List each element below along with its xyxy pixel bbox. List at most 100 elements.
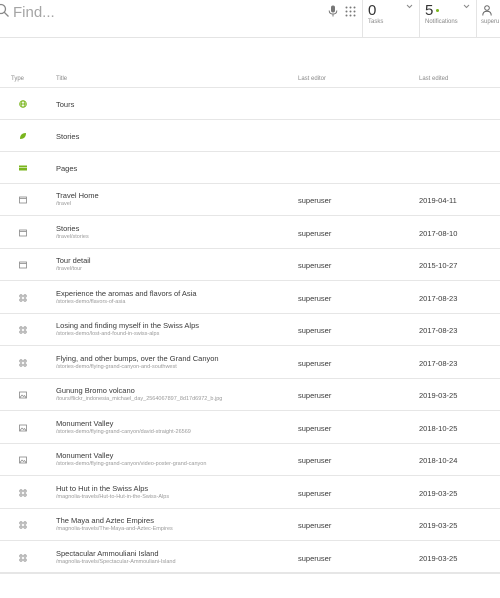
column-header-type[interactable]: Type xyxy=(11,76,24,82)
row-last-editor: superuser xyxy=(298,228,332,238)
table-row[interactable]: Travel Home/travel superuser 2019-04-11 xyxy=(0,184,500,216)
row-last-edited: 2019-04-11 xyxy=(419,196,457,205)
table-row[interactable]: The Maya and Aztec Empires/magnolia-trav… xyxy=(0,509,500,541)
row-title: Monument Valley xyxy=(56,418,114,428)
app-row-tours[interactable]: Tours xyxy=(0,88,500,120)
row-last-edited: 2019-03-25 xyxy=(419,391,458,400)
row-title: Experience the aromas and flavors of Asi… xyxy=(56,288,197,298)
row-last-edited: 2017-08-23 xyxy=(419,326,458,335)
pages-icon xyxy=(19,165,27,171)
table-row[interactable]: Spectacular Ammouliani Island/magnolia-t… xyxy=(0,542,500,574)
row-last-edited: 2019-03-25 xyxy=(419,553,458,563)
notification-dot-icon xyxy=(436,9,439,12)
tasks-pill[interactable]: 0 Tasks xyxy=(362,0,419,38)
row-last-editor: superuser xyxy=(298,423,332,433)
row-last-editor: superuser xyxy=(298,521,332,530)
row-path: /stories-demo/lost-and-found-in-swiss-al… xyxy=(56,331,160,337)
table-row[interactable]: Monument Valley/stories-demo/flying-gran… xyxy=(0,412,500,444)
row-path: /stories-demo/flying-grand-canyon/video-… xyxy=(56,461,207,467)
notifications-count: 5 xyxy=(425,2,434,19)
user-icon xyxy=(482,5,492,16)
row-path: /magnolia-travels/The-Maya-and-Aztec-Emp… xyxy=(56,526,173,532)
row-last-edited: 2017-08-10 xyxy=(419,228,458,238)
row-path: /magnolia-travels/Hut-to-Hut-in-the-Swis… xyxy=(56,493,170,500)
row-last-editor: superuser xyxy=(298,553,332,563)
table-row[interactable]: Flying, and other bumps, over the Grand … xyxy=(0,347,500,379)
notifications-pill[interactable]: 5 Notifications xyxy=(419,0,476,38)
search-icon[interactable] xyxy=(0,3,10,17)
app-title: Pages xyxy=(56,164,78,173)
row-path: /stories-demo/flavors-of-asia xyxy=(56,298,126,305)
row-title: Spectacular Ammouliani Island xyxy=(56,548,159,558)
row-last-edited: 2019-03-25 xyxy=(419,488,458,498)
row-last-edited: 2017-08-23 xyxy=(419,358,458,368)
app-title: Tours xyxy=(56,100,75,109)
column-header-last-editor[interactable]: Last editor xyxy=(298,76,326,82)
row-path: /travel xyxy=(56,201,71,207)
app-title: Stories xyxy=(56,132,80,141)
table-row[interactable]: Stories/travel/stories superuser 2017-08-1… xyxy=(0,217,500,249)
row-last-editor: superuser xyxy=(298,488,332,498)
row-path: /travel/tour xyxy=(56,266,82,272)
row-last-edited: 2015-10-27 xyxy=(419,261,458,270)
table-row[interactable]: Hut to Hut in the Swiss Alps/magnolia-tr… xyxy=(0,477,500,509)
top-bar: 0 Tasks 5 Notifications superu xyxy=(0,0,500,38)
tasks-count: 0 xyxy=(368,2,377,19)
table-row[interactable]: Gunung Bromo volcano/tours/flickr_indone… xyxy=(0,379,500,411)
row-title: Hut to Hut in the Swiss Alps xyxy=(56,483,149,493)
row-path: /stories-demo/flying-grand-canyon/david-… xyxy=(56,428,191,435)
table-row[interactable]: Tour detail/travel/tour superuser 2015-10-… xyxy=(0,249,500,281)
row-title: Gunung Bromo volcano xyxy=(56,386,135,395)
story-icon xyxy=(19,293,27,302)
row-last-edited: 2018-10-25 xyxy=(419,423,458,433)
apps-grid-icon[interactable] xyxy=(345,6,356,17)
story-icon xyxy=(19,521,27,529)
tasks-label: Tasks xyxy=(368,19,384,25)
row-last-edited: 2017-08-23 xyxy=(419,293,458,303)
row-title: Tour detail xyxy=(56,256,91,265)
chevron-down-icon xyxy=(406,4,413,9)
row-last-editor: superuser xyxy=(298,391,332,400)
row-path: /travel/stories xyxy=(56,233,89,240)
row-title: Stories xyxy=(56,223,80,233)
story-icon xyxy=(19,488,27,497)
row-path: /tours/flickr_indonesia_michael_day_2564… xyxy=(56,396,223,402)
table-row[interactable]: Losing and finding myself in the Swiss A… xyxy=(0,314,500,346)
column-header-last-edited[interactable]: Last edited xyxy=(419,76,448,82)
row-path: /stories-demo/flying-grand-canyon-and-so… xyxy=(56,363,177,370)
image-icon xyxy=(19,456,27,464)
row-last-editor: superuser xyxy=(298,358,332,368)
row-path: /magnolia-travels/Spectacular-Ammouliani… xyxy=(56,558,176,565)
notifications-label: Notifications xyxy=(425,19,458,25)
user-label: superu xyxy=(481,19,500,25)
row-last-editor: superuser xyxy=(298,261,332,270)
story-icon xyxy=(19,326,27,334)
row-title: The Maya and Aztec Empires xyxy=(56,516,154,525)
row-last-editor: superuser xyxy=(298,196,332,205)
search-input[interactable] xyxy=(13,1,313,23)
row-last-editor: superuser xyxy=(298,293,332,303)
image-icon xyxy=(19,391,27,399)
row-title: Losing and finding myself in the Swiss A… xyxy=(56,321,199,330)
row-title: Monument Valley xyxy=(56,451,114,460)
page-icon xyxy=(19,229,27,236)
chevron-down-icon xyxy=(463,4,470,9)
row-last-edited: 2019-03-25 xyxy=(419,521,458,530)
story-icon xyxy=(19,358,27,367)
page-icon xyxy=(19,261,27,269)
page-icon xyxy=(19,196,27,204)
table-bottom-divider xyxy=(0,572,500,573)
app-row-pages[interactable]: Pages xyxy=(0,152,500,184)
microphone-icon[interactable] xyxy=(328,5,338,17)
row-title: Flying, and other bumps, over the Grand … xyxy=(56,353,219,363)
user-menu[interactable]: superu xyxy=(476,0,500,38)
column-header-title[interactable]: Title xyxy=(56,76,67,82)
image-icon xyxy=(19,424,27,431)
table-row[interactable]: Experience the aromas and flavors of Asi… xyxy=(0,282,500,314)
story-icon xyxy=(19,553,27,562)
app-row-stories[interactable]: Stories xyxy=(0,120,500,152)
stories-leaf-icon xyxy=(20,133,26,139)
table-row[interactable]: Monument Valley/stories-demo/flying-gran… xyxy=(0,444,500,476)
row-last-edited: 2018-10-24 xyxy=(419,456,458,465)
tours-globe-icon xyxy=(19,100,27,108)
